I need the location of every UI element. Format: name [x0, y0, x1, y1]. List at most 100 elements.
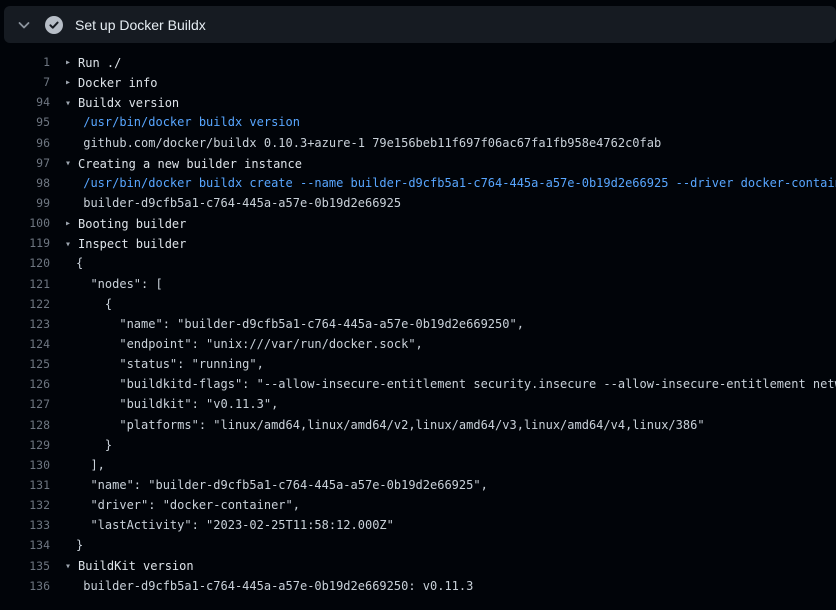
line-number[interactable]: 95 [0, 115, 50, 129]
chevron-down-icon[interactable] [16, 17, 32, 33]
log-line-content: "buildkitd-flags": "--allow-insecure-ent… [65, 377, 836, 391]
log-group-header[interactable]: ▸Docker info [65, 76, 157, 90]
log-line-content: github.com/docker/buildx 0.10.3+azure-1 … [65, 136, 661, 150]
line-number[interactable]: 96 [0, 136, 50, 150]
log-line: 121 "nodes": [ [0, 274, 836, 294]
log-group-header[interactable]: ▸Booting builder [65, 217, 186, 231]
log-line: 134} [0, 535, 836, 555]
log-group-header[interactable]: ▾Inspect builder [65, 237, 186, 251]
line-number[interactable]: 136 [0, 579, 50, 593]
log-line-content: ▾Inspect builder [65, 236, 186, 252]
group-expanded-icon[interactable]: ▾ [65, 239, 78, 250]
line-number[interactable]: 128 [0, 418, 50, 432]
log-line: 98 /usr/bin/docker buildx create --name … [0, 173, 836, 193]
log-line: 131 "name": "builder-d9cfb5a1-c764-445a-… [0, 475, 836, 495]
group-title: Creating a new builder instance [78, 157, 302, 171]
log-line-content: "platforms": "linux/amd64,linux/amd64/v2… [65, 418, 705, 432]
line-number[interactable]: 132 [0, 498, 50, 512]
log-line-content: builder-d9cfb5a1-c764-445a-a57e-0b19d2e6… [65, 579, 473, 593]
log-line: 130 ], [0, 455, 836, 475]
line-number[interactable]: 94 [0, 95, 50, 109]
log-line: 129 } [0, 435, 836, 455]
log-line-content: { [65, 297, 112, 311]
line-number[interactable]: 119 [0, 236, 50, 250]
group-collapsed-icon[interactable]: ▸ [65, 218, 78, 229]
log-line-content: } [65, 438, 112, 452]
log-line-content: builder-d9cfb5a1-c764-445a-a57e-0b19d2e6… [65, 196, 401, 210]
output-text: "nodes": [ [65, 277, 163, 291]
group-collapsed-icon[interactable]: ▸ [65, 57, 78, 68]
step-title: Set up Docker Buildx [75, 17, 206, 33]
group-collapsed-icon[interactable]: ▸ [65, 77, 78, 88]
output-text: "lastActivity": "2023-02-25T11:58:12.000… [65, 518, 394, 532]
output-text: "platforms": "linux/amd64,linux/amd64/v2… [65, 418, 705, 432]
log-line-content: ▾BuildKit version [65, 558, 194, 574]
check-circle-icon [45, 16, 63, 34]
log-line: 100 ▸Booting builder [0, 213, 836, 233]
log-line-content: { [65, 256, 83, 270]
log-line-content: "driver": "docker-container", [65, 498, 300, 512]
log-line-content: ▾Creating a new builder instance [65, 155, 302, 171]
group-title: BuildKit version [78, 559, 194, 573]
output-text: "buildkit": "v0.11.3", [65, 397, 278, 411]
line-number[interactable]: 124 [0, 337, 50, 351]
output-text: builder-d9cfb5a1-c764-445a-a57e-0b19d2e6… [65, 196, 401, 210]
log-line: 119 ▾Inspect builder [0, 233, 836, 253]
line-number[interactable]: 134 [0, 538, 50, 552]
log-group-header[interactable]: ▾Creating a new builder instance [65, 157, 302, 171]
log-line-content: "name": "builder-d9cfb5a1-c764-445a-a57e… [65, 317, 524, 331]
log-line: 94 ▾Buildx version [0, 92, 836, 112]
line-number[interactable]: 127 [0, 397, 50, 411]
line-number[interactable]: 98 [0, 176, 50, 190]
line-number[interactable]: 123 [0, 317, 50, 331]
log-line: 7 ▸Docker info [0, 72, 836, 92]
line-number[interactable]: 7 [0, 75, 50, 89]
line-number[interactable]: 131 [0, 478, 50, 492]
log-group-header[interactable]: ▾Buildx version [65, 96, 179, 110]
log-line-content: ▸Docker info [65, 74, 157, 90]
output-text: { [65, 256, 83, 270]
group-title: Inspect builder [78, 237, 186, 251]
line-number[interactable]: 122 [0, 297, 50, 311]
group-title: Docker info [78, 76, 157, 90]
log-line: 124 "endpoint": "unix:///var/run/docker.… [0, 334, 836, 354]
command-text: /usr/bin/docker buildx create --name bui… [65, 176, 836, 190]
group-title: Buildx version [78, 96, 179, 110]
log-line: 1 ▸Run ./ [0, 52, 836, 72]
log-line: 122 { [0, 294, 836, 314]
line-number[interactable]: 135 [0, 559, 50, 573]
line-number[interactable]: 1 [0, 55, 50, 69]
log-line: 128 "platforms": "linux/amd64,linux/amd6… [0, 415, 836, 435]
line-number[interactable]: 120 [0, 256, 50, 270]
log-line: 123 "name": "builder-d9cfb5a1-c764-445a-… [0, 314, 836, 334]
log-line-content: ], [65, 458, 105, 472]
line-number[interactable]: 97 [0, 156, 50, 170]
log-line-content: "name": "builder-d9cfb5a1-c764-445a-a57e… [65, 478, 488, 492]
group-expanded-icon[interactable]: ▾ [65, 98, 78, 109]
step-header[interactable]: Set up Docker Buildx [4, 6, 836, 43]
output-text: "status": "running", [65, 357, 264, 371]
log-line: 125 "status": "running", [0, 354, 836, 374]
log-line: 135 ▾BuildKit version [0, 556, 836, 576]
line-number[interactable]: 125 [0, 357, 50, 371]
group-expanded-icon[interactable]: ▾ [65, 561, 78, 572]
log-line-content: /usr/bin/docker buildx version [65, 115, 300, 129]
log-line: 127 "buildkit": "v0.11.3", [0, 394, 836, 414]
output-text: } [65, 438, 112, 452]
output-text: { [65, 297, 112, 311]
line-number[interactable]: 130 [0, 458, 50, 472]
line-number[interactable]: 133 [0, 518, 50, 532]
output-text: ], [65, 458, 105, 472]
log-container: 1▸Run ./7▸Docker info94▾Buildx version95… [0, 43, 836, 596]
log-line-content: "lastActivity": "2023-02-25T11:58:12.000… [65, 518, 394, 532]
log-group-header[interactable]: ▾BuildKit version [65, 559, 194, 573]
line-number[interactable]: 129 [0, 438, 50, 452]
line-number[interactable]: 99 [0, 196, 50, 210]
log-line-content: } [65, 538, 83, 552]
line-number[interactable]: 126 [0, 377, 50, 391]
line-number[interactable]: 100 [0, 216, 50, 230]
log-line: 120 { [0, 253, 836, 273]
log-group-header[interactable]: ▸Run ./ [65, 56, 121, 70]
group-expanded-icon[interactable]: ▾ [65, 158, 78, 169]
line-number[interactable]: 121 [0, 277, 50, 291]
